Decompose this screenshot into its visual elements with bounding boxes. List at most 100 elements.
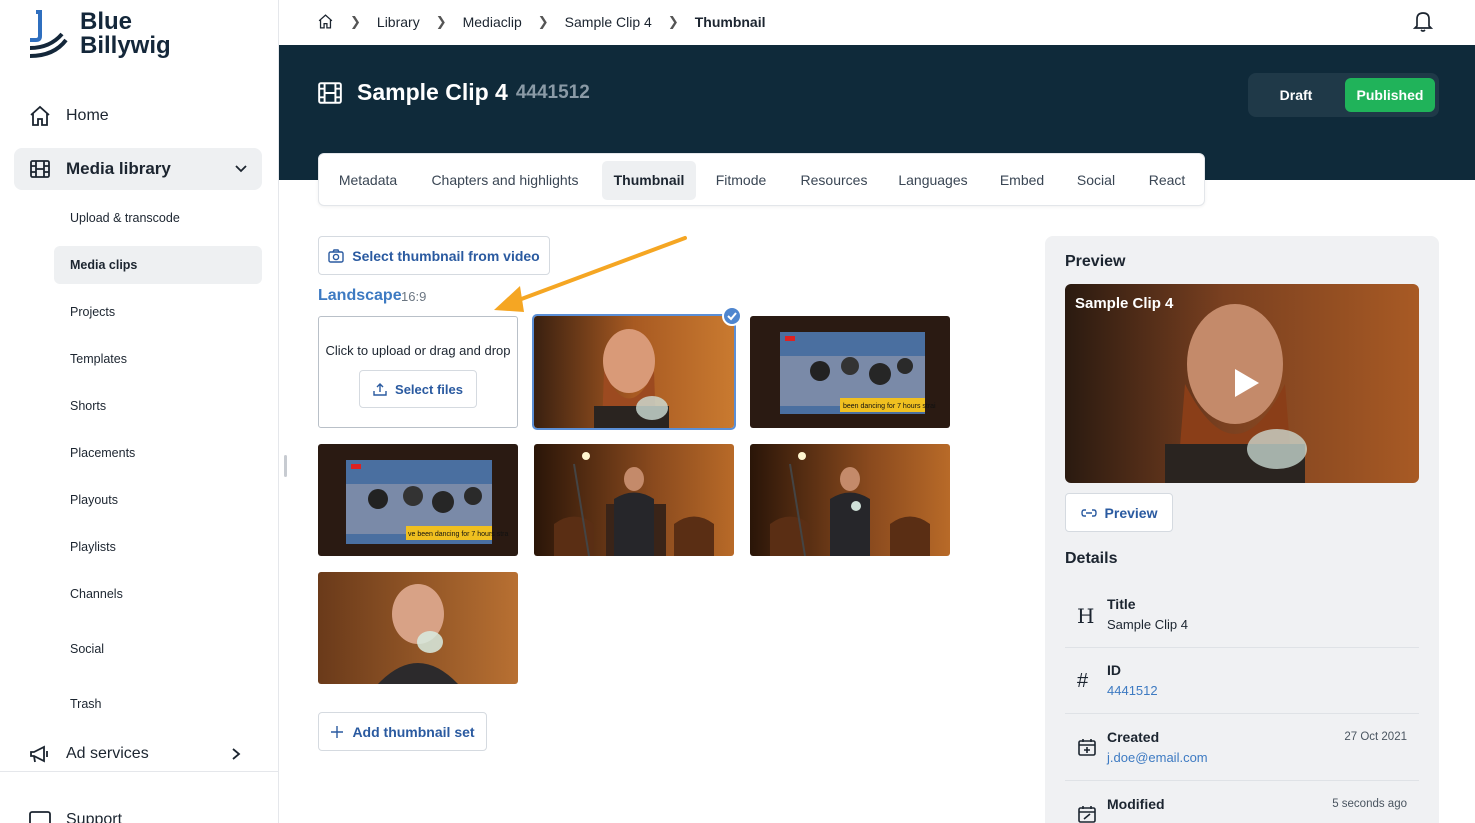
detail-value[interactable]: 4441512 xyxy=(1107,683,1158,698)
plus-icon xyxy=(331,725,344,738)
breadcrumb: ❯ Library ❯ Mediaclip ❯ Sample Clip 4 ❯ … xyxy=(317,13,766,30)
home-icon[interactable] xyxy=(317,13,334,30)
chevron-right-icon: ❯ xyxy=(667,13,679,29)
detail-row-modified: Modified 5 seconds ago xyxy=(1065,782,1419,823)
preview-panel: Preview Sample Clip 4 Preview Details H … xyxy=(1045,236,1439,823)
detail-label: ID xyxy=(1107,662,1121,678)
sidebar-item-label: Home xyxy=(66,107,109,124)
brand-line1: Blue xyxy=(80,8,133,35)
detail-label: Modified xyxy=(1107,796,1165,812)
preview-button[interactable]: Preview xyxy=(1065,493,1173,532)
preview-heading: Preview xyxy=(1065,253,1126,270)
link-icon xyxy=(1080,508,1097,517)
bell-icon[interactable] xyxy=(1413,10,1433,32)
tab-metadata[interactable]: Metadata xyxy=(329,161,407,200)
detail-value[interactable]: j.doe@email.com xyxy=(1107,750,1208,765)
breadcrumb-clip[interactable]: Sample Clip 4 xyxy=(565,14,652,30)
sidebar-item-label: Media library xyxy=(66,159,171,178)
tab-react[interactable]: React xyxy=(1139,161,1195,200)
sidebar: Blue Billywig Home Media library Upload … xyxy=(0,0,279,823)
chevron-right-icon: ❯ xyxy=(537,13,549,29)
tab-resources[interactable]: Resources xyxy=(791,161,877,200)
detail-date: 27 Oct 2021 xyxy=(1344,731,1407,743)
sidebar-item-trash[interactable]: Trash xyxy=(70,697,102,711)
brand-logo[interactable]: Blue Billywig xyxy=(28,10,171,60)
tab-embed[interactable]: Embed xyxy=(990,161,1054,200)
thumbnail-option-2[interactable]: been dancing for 7 hours strai xyxy=(750,316,950,428)
hash-icon: # xyxy=(1077,670,1089,692)
detail-value: Sample Clip 4 xyxy=(1107,617,1188,632)
sidebar-item-label: Ad services xyxy=(66,745,149,762)
thumbnail-option-1[interactable] xyxy=(532,314,736,430)
top-bar: ❯ Library ❯ Mediaclip ❯ Sample Clip 4 ❯ … xyxy=(279,0,1475,45)
chevron-right-icon xyxy=(232,748,241,760)
detail-row-created: Created j.doe@email.com 27 Oct 2021 xyxy=(1065,715,1419,781)
sidebar-item-support[interactable]: Support xyxy=(28,808,122,823)
support-chat-icon xyxy=(29,811,51,823)
tab-languages[interactable]: Languages xyxy=(889,161,977,200)
button-label: Select files xyxy=(395,381,463,397)
clip-title: Sample Clip 4 xyxy=(357,79,508,105)
sidebar-item-playouts[interactable]: Playouts xyxy=(70,493,118,507)
sidebar-item-projects[interactable]: Projects xyxy=(70,305,115,319)
detail-label: Created xyxy=(1107,729,1160,745)
thumbnail-image xyxy=(750,444,950,556)
preview-video-title: Sample Clip 4 xyxy=(1075,295,1174,312)
sidebar-item-ad-services[interactable]: Ad services xyxy=(28,742,256,766)
camera-icon xyxy=(328,248,344,263)
sidebar-item-social[interactable]: Social xyxy=(70,642,104,656)
tab-thumbnail[interactable]: Thumbnail xyxy=(602,161,696,200)
thumbnail-option-5[interactable] xyxy=(750,444,950,556)
thumbnail-image: been dancing for 7 hours strai xyxy=(750,316,950,428)
thumbnail-image: ve been dancing for 7 hours stra xyxy=(318,444,518,556)
thumbnail-option-4[interactable] xyxy=(534,444,734,556)
add-thumbnail-set-button[interactable]: Add thumbnail set xyxy=(318,712,487,751)
breadcrumb-library[interactable]: Library xyxy=(377,14,420,30)
tab-chapters-highlights[interactable]: Chapters and highlights xyxy=(421,161,589,200)
select-files-button[interactable]: Select files xyxy=(359,370,477,408)
chevron-right-icon: ❯ xyxy=(435,13,447,29)
thumbnail-set-ratio: 16:9 xyxy=(401,289,427,304)
tab-fitmode[interactable]: Fitmode xyxy=(704,161,778,200)
sidebar-item-upload-transcode[interactable]: Upload & transcode xyxy=(70,211,180,225)
sidebar-item-shorts[interactable]: Shorts xyxy=(70,399,106,413)
thumbnail-image xyxy=(318,572,518,684)
publish-status-toggle: Draft Published xyxy=(1248,73,1439,117)
film-icon xyxy=(318,81,342,104)
play-icon[interactable] xyxy=(1229,366,1263,400)
detail-row-id: # ID 4441512 xyxy=(1065,648,1419,714)
thumbnail-image xyxy=(534,316,734,428)
film-icon xyxy=(30,160,50,178)
sidebar-item-placements[interactable]: Placements xyxy=(70,446,135,460)
sidebar-item-media-clips[interactable]: Media clips xyxy=(54,246,262,284)
brand-line2: Billywig xyxy=(80,32,171,59)
thumbnail-image xyxy=(534,444,734,556)
thumbnail-set-name: Landscape xyxy=(318,287,402,304)
published-button[interactable]: Published xyxy=(1345,78,1435,112)
breadcrumb-current: Thumbnail xyxy=(694,13,766,30)
clip-tabs: Metadata Chapters and highlights Thumbna… xyxy=(318,153,1205,206)
sidebar-item-media-library[interactable]: Media library xyxy=(14,148,262,190)
sidebar-item-playlists[interactable]: Playlists xyxy=(70,540,116,554)
thumbnail-option-3[interactable]: ve been dancing for 7 hours stra xyxy=(318,444,518,556)
upload-instructions: Click to upload or drag and drop xyxy=(325,343,511,358)
megaphone-icon xyxy=(30,745,48,763)
chevron-right-icon: ❯ xyxy=(350,13,361,29)
chevron-down-icon xyxy=(235,165,247,173)
draft-button[interactable]: Draft xyxy=(1248,73,1344,117)
sidebar-item-templates[interactable]: Templates xyxy=(70,352,127,366)
tab-social[interactable]: Social xyxy=(1067,161,1125,200)
sidebar-item-home[interactable]: Home xyxy=(28,104,109,128)
billywig-logo-icon xyxy=(29,10,68,58)
clip-id: 4441512 xyxy=(515,81,590,103)
sidebar-item-channels[interactable]: Channels xyxy=(70,587,123,601)
detail-row-title: H Title Sample Clip 4 xyxy=(1065,582,1419,648)
selected-check-icon xyxy=(722,306,742,326)
detail-label: Title xyxy=(1107,596,1136,612)
sidebar-resize-handle[interactable] xyxy=(284,455,287,477)
heading-icon: H xyxy=(1077,604,1095,628)
breadcrumb-mediaclip[interactable]: Mediaclip xyxy=(463,14,522,30)
thumbnail-option-6[interactable] xyxy=(318,572,518,684)
preview-video-player[interactable]: Sample Clip 4 xyxy=(1065,284,1419,483)
thumbnail-upload-dropzone[interactable]: Click to upload or drag and drop Select … xyxy=(318,316,518,428)
